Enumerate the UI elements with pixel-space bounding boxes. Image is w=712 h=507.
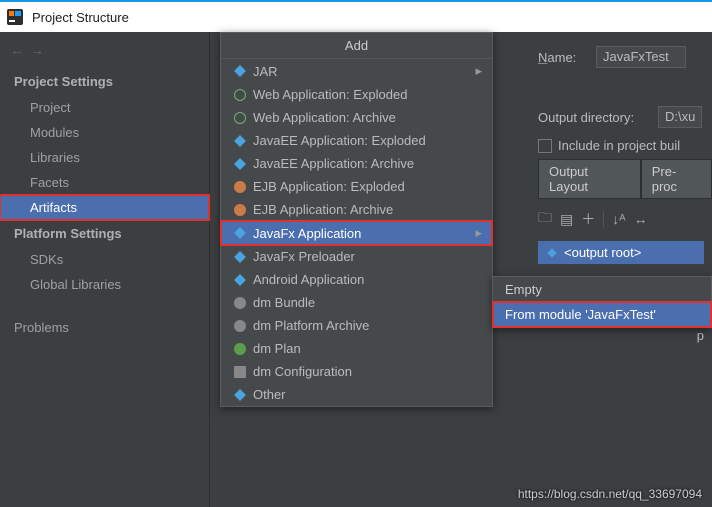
diamond-icon bbox=[234, 158, 246, 170]
menu-item-other[interactable]: Other bbox=[221, 383, 492, 406]
menu-item-ejb-archive[interactable]: EJB Application: Archive bbox=[221, 198, 492, 221]
menu-item-dm-plan[interactable]: dm Plan bbox=[221, 337, 492, 360]
sidebar-item-problems[interactable]: Problems bbox=[0, 315, 209, 340]
menu-item-dm-platform-archive[interactable]: dm Platform Archive bbox=[221, 314, 492, 337]
artifact-form: Name: JavaFxTest Output directory: D:\xu… bbox=[530, 42, 712, 266]
section-platform-settings: Platform Settings bbox=[0, 220, 209, 247]
menu-item-javaee-exploded[interactable]: JavaEE Application: Exploded bbox=[221, 129, 492, 152]
menu-item-web-exploded[interactable]: Web Application: Exploded bbox=[221, 83, 492, 106]
sidebar-item-facets[interactable]: Facets bbox=[0, 170, 209, 195]
add-menu-title: Add bbox=[221, 33, 492, 59]
tab-output-layout[interactable]: Output Layout bbox=[538, 159, 641, 199]
diamond-icon bbox=[234, 227, 246, 239]
output-tabs: Output Layout Pre-proc bbox=[530, 159, 712, 199]
diamond-icon bbox=[234, 135, 246, 147]
checkbox-icon[interactable] bbox=[538, 139, 552, 153]
add-popup-menu: Add JAR▸ Web Application: Exploded Web A… bbox=[220, 32, 493, 407]
sidebar-item-sdks[interactable]: SDKs bbox=[0, 247, 209, 272]
sidebar-item-modules[interactable]: Modules bbox=[0, 120, 209, 145]
move-icon[interactable]: ↔ bbox=[634, 211, 648, 227]
submenu-item-empty[interactable]: Empty bbox=[493, 277, 711, 302]
watermark: https://blog.csdn.net/qq_33697094 bbox=[518, 487, 702, 501]
diamond-icon bbox=[234, 389, 246, 401]
diamond-icon bbox=[546, 247, 558, 259]
output-dir-label: Output directory: bbox=[538, 110, 650, 125]
section-project-settings: Project Settings bbox=[0, 68, 209, 95]
sort-icon[interactable]: ↓ᴬ bbox=[612, 211, 625, 227]
output-root-node[interactable]: <output root> bbox=[538, 241, 704, 264]
separator bbox=[603, 211, 604, 227]
chevron-right-icon: ▸ bbox=[475, 225, 482, 241]
name-label: Name: bbox=[538, 50, 588, 65]
tab-pre-proc[interactable]: Pre-proc bbox=[641, 159, 712, 199]
output-root-label: <output root> bbox=[564, 245, 641, 260]
globe-icon bbox=[234, 89, 246, 101]
bean-icon bbox=[234, 181, 246, 193]
sidebar-item-project[interactable]: Project bbox=[0, 95, 209, 120]
diamond-icon bbox=[234, 65, 246, 77]
sidebar-item-libraries[interactable]: Libraries bbox=[0, 145, 209, 170]
sidebar-item-artifacts[interactable]: Artifacts bbox=[0, 195, 209, 220]
menu-item-javafx-application[interactable]: JavaFx Application▸ bbox=[221, 221, 492, 245]
submenu-item-from-module[interactable]: From module 'JavaFxTest' bbox=[493, 302, 711, 327]
menu-item-dm-bundle[interactable]: dm Bundle bbox=[221, 291, 492, 314]
ball-icon bbox=[234, 343, 246, 355]
nav-back-icon[interactable]: ← bbox=[10, 42, 24, 58]
gear-icon bbox=[234, 320, 246, 332]
include-in-build-row[interactable]: Include in project buil bbox=[530, 132, 712, 159]
chevron-right-icon: ▸ bbox=[475, 63, 482, 79]
list-icon[interactable]: ▤ bbox=[560, 211, 573, 228]
menu-item-jar[interactable]: JAR▸ bbox=[221, 59, 492, 83]
sidebar-item-global-libraries[interactable]: Global Libraries bbox=[0, 272, 209, 297]
gear-icon bbox=[234, 297, 246, 309]
window-title: Project Structure bbox=[32, 10, 129, 25]
app-icon bbox=[6, 8, 24, 26]
titlebar: Project Structure bbox=[0, 0, 712, 32]
layout-toolbar: 🗀 ▤ ＋ ↓ᴬ ↔ bbox=[530, 199, 712, 239]
menu-item-web-archive[interactable]: Web Application: Archive bbox=[221, 106, 492, 129]
menu-item-javafx-preloader[interactable]: JavaFx Preloader bbox=[221, 245, 492, 268]
nav-forward-icon[interactable]: → bbox=[30, 42, 44, 58]
menu-item-ejb-exploded[interactable]: EJB Application: Exploded bbox=[221, 175, 492, 198]
new-folder-icon[interactable]: 🗀 bbox=[538, 207, 552, 231]
menu-item-android-application[interactable]: Android Application bbox=[221, 268, 492, 291]
menu-item-dm-configuration[interactable]: dm Configuration bbox=[221, 360, 492, 383]
javafx-submenu: Empty From module 'JavaFxTest' bbox=[492, 276, 712, 328]
sidebar: ← → Project Settings Project Modules Lib… bbox=[0, 32, 210, 507]
diamond-icon bbox=[234, 251, 246, 263]
output-dir-field[interactable]: D:\xu bbox=[658, 106, 702, 128]
globe-icon bbox=[234, 112, 246, 124]
bean-icon bbox=[234, 204, 246, 216]
include-label: Include in project buil bbox=[558, 138, 680, 153]
menu-item-javaee-archive[interactable]: JavaEE Application: Archive bbox=[221, 152, 492, 175]
diamond-icon bbox=[234, 274, 246, 286]
add-small-icon[interactable]: ＋ bbox=[581, 209, 595, 229]
nav-arrows: ← → bbox=[0, 38, 209, 68]
name-field[interactable]: JavaFxTest bbox=[596, 46, 686, 68]
file-icon bbox=[234, 366, 246, 378]
